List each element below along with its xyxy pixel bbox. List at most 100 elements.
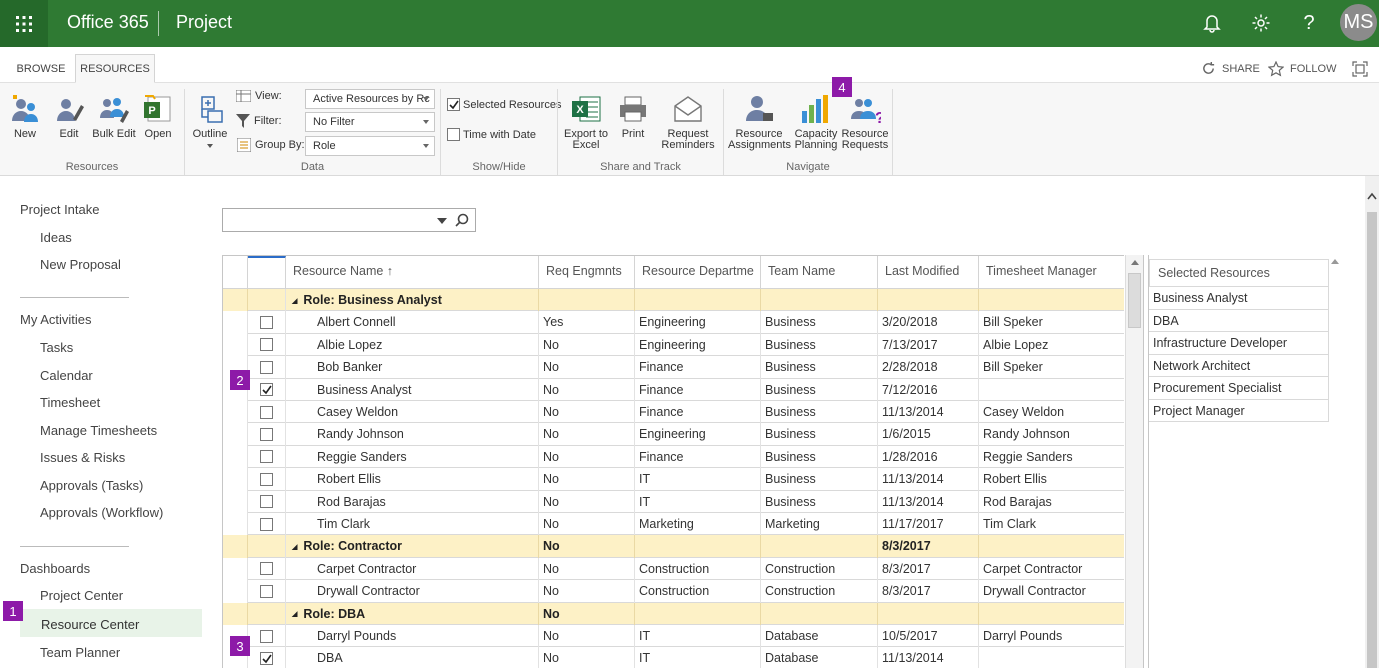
export-excel-button[interactable]: X Export to Excel <box>562 93 610 151</box>
row-header[interactable] <box>223 490 248 513</box>
follow-button[interactable]: FOLLOW <box>1268 61 1336 77</box>
row-select-cell[interactable] <box>248 513 286 536</box>
row-select-cell[interactable] <box>248 401 286 424</box>
row-header[interactable] <box>223 513 248 536</box>
help-icon[interactable]: ? <box>1295 9 1323 37</box>
office365-brand[interactable]: Office 365 <box>67 12 149 33</box>
new-button[interactable]: New <box>2 93 48 140</box>
gear-icon[interactable] <box>1247 9 1275 37</box>
col-req-engagements[interactable]: Req Engmnts <box>539 256 635 289</box>
search-box[interactable] <box>222 208 476 232</box>
table-row[interactable]: Business Analyst No Finance Business 7/12/20… <box>223 378 1124 401</box>
row-select-cell[interactable] <box>248 333 286 357</box>
row-checkbox[interactable] <box>260 450 273 464</box>
table-row[interactable]: Casey Weldon No Finance Business 11/13/2014 C… <box>223 401 1124 424</box>
page-scrollbar[interactable] <box>1365 176 1379 668</box>
row-header[interactable] <box>223 333 248 357</box>
row-checkbox[interactable] <box>260 316 273 330</box>
nav-ideas[interactable]: Ideas <box>40 230 72 245</box>
nav-tasks[interactable]: Tasks <box>40 340 73 355</box>
bulk-edit-button[interactable]: Bulk Edit <box>91 93 137 140</box>
row-checkbox[interactable] <box>260 360 273 374</box>
row-select-cell[interactable] <box>248 647 286 668</box>
page-scroll-thumb[interactable] <box>1367 212 1377 668</box>
table-row[interactable]: Randy Johnson No Engineering Business 1/6/20… <box>223 423 1124 446</box>
col-timesheet-manager[interactable]: Timesheet Manager <box>979 256 1124 289</box>
selected-resource-item[interactable]: Business Analyst <box>1149 287 1329 310</box>
row-header[interactable] <box>223 535 248 558</box>
col-last-modified[interactable]: Last Modified <box>878 256 979 289</box>
row-header[interactable] <box>223 468 248 491</box>
open-button[interactable]: P Open <box>135 93 181 140</box>
resource-requests-button[interactable]: ? Resource Requests <box>841 93 889 151</box>
row-select-cell[interactable] <box>248 625 286 648</box>
row-checkbox[interactable] <box>260 338 273 352</box>
table-row[interactable]: Tim Clark No Marketing Marketing 11/17/2017 T… <box>223 513 1124 536</box>
print-button[interactable]: Print <box>610 93 656 140</box>
group-header-row[interactable]: ◢ Role: DBA No <box>223 602 1124 625</box>
view-dropdown[interactable]: Active Resources by Rc <box>305 89 435 109</box>
nav-issues-risks[interactable]: Issues & Risks <box>40 450 125 465</box>
nav-timesheet[interactable]: Timesheet <box>40 395 100 410</box>
row-checkbox[interactable] <box>260 405 273 419</box>
row-checkbox-checked[interactable] <box>260 652 273 666</box>
scroll-thumb[interactable] <box>1128 273 1141 328</box>
table-row[interactable]: Carpet Contractor No Construction Construct… <box>223 557 1124 581</box>
row-header[interactable] <box>223 423 248 446</box>
table-row[interactable]: Drywall Contractor No Construction Construc… <box>223 580 1124 603</box>
grid-scrollbar[interactable] <box>1125 255 1143 668</box>
group-header-row[interactable]: ◢ Role: Business Analyst <box>223 289 1124 312</box>
selected-resource-item[interactable]: Procurement Specialist <box>1149 377 1329 400</box>
row-header[interactable] <box>223 401 248 424</box>
select-column-header[interactable] <box>248 256 286 289</box>
nav-dashboards[interactable]: Dashboards <box>20 561 90 576</box>
nav-manage-timesheets[interactable]: Manage Timesheets <box>40 423 157 438</box>
checkbox-unchecked[interactable] <box>447 128 460 141</box>
collapse-triangle-icon[interactable]: ◢ <box>292 611 297 618</box>
capacity-planning-button[interactable]: Capacity Planning <box>793 93 839 151</box>
nav-team-planner[interactable]: Team Planner <box>40 645 120 660</box>
nav-approvals-tasks[interactable]: Approvals (Tasks) <box>40 478 143 493</box>
row-header[interactable] <box>223 311 248 334</box>
row-select-cell[interactable] <box>248 557 286 581</box>
row-select-cell[interactable] <box>248 468 286 491</box>
app-title[interactable]: Project <box>176 12 232 33</box>
nav-new-proposal[interactable]: New Proposal <box>40 257 121 272</box>
selected-resource-item[interactable]: Project Manager <box>1149 399 1329 422</box>
row-select-cell[interactable] <box>248 311 286 334</box>
row-select-cell[interactable] <box>248 445 286 469</box>
nav-project-center[interactable]: Project Center <box>40 588 123 603</box>
scroll-up-icon[interactable] <box>1131 260 1139 265</box>
table-row[interactable]: Bob Banker No Finance Business 2/28/2018 Bill… <box>223 356 1124 379</box>
row-checkbox[interactable] <box>260 629 273 643</box>
search-dropdown-icon[interactable] <box>437 218 447 224</box>
row-select-cell[interactable] <box>248 490 286 513</box>
selected-resource-item[interactable]: Network Architect <box>1149 354 1329 377</box>
resource-assignments-button[interactable]: Resource Assignments <box>728 93 791 151</box>
group-header-row[interactable]: ◢ Role: Contractor No 8/3/2017 <box>223 535 1124 558</box>
selected-resource-item[interactable]: DBA <box>1149 309 1329 332</box>
table-row[interactable]: DBA No IT Database 11/13/2014 <box>223 647 1124 668</box>
nav-approvals-workflow[interactable]: Approvals (Workflow) <box>40 505 163 520</box>
row-header[interactable] <box>223 289 248 312</box>
collapse-triangle-icon[interactable]: ◢ <box>292 544 297 551</box>
row-checkbox[interactable] <box>260 495 273 509</box>
row-header[interactable] <box>223 602 248 625</box>
table-row[interactable]: Reggie Sanders No Finance Business 1/28/2016… <box>223 445 1124 469</box>
row-checkbox-checked[interactable] <box>260 383 273 397</box>
focus-icon[interactable] <box>1352 61 1368 77</box>
table-row[interactable]: Albert Connell Yes Engineering Business 3/20… <box>223 311 1124 334</box>
share-button[interactable]: SHARE <box>1201 61 1260 76</box>
nav-resource-center[interactable]: Resource Center <box>41 617 139 632</box>
nav-project-intake[interactable]: Project Intake <box>20 202 100 217</box>
tab-browse[interactable]: BROWSE <box>12 54 70 83</box>
table-row[interactable]: Robert Ellis No IT Business 11/13/2014 Robert… <box>223 468 1124 491</box>
col-resource-department[interactable]: Resource Departme <box>635 256 761 289</box>
row-checkbox[interactable] <box>260 517 273 531</box>
edit-button[interactable]: Edit <box>46 93 92 140</box>
table-row[interactable]: Albie Lopez No Engineering Business 7/13/201… <box>223 333 1124 357</box>
row-header[interactable] <box>223 557 248 581</box>
row-checkbox[interactable] <box>260 472 273 486</box>
groupby-dropdown[interactable]: Role <box>305 136 435 156</box>
selected-resource-item[interactable]: Infrastructure Developer <box>1149 332 1329 355</box>
